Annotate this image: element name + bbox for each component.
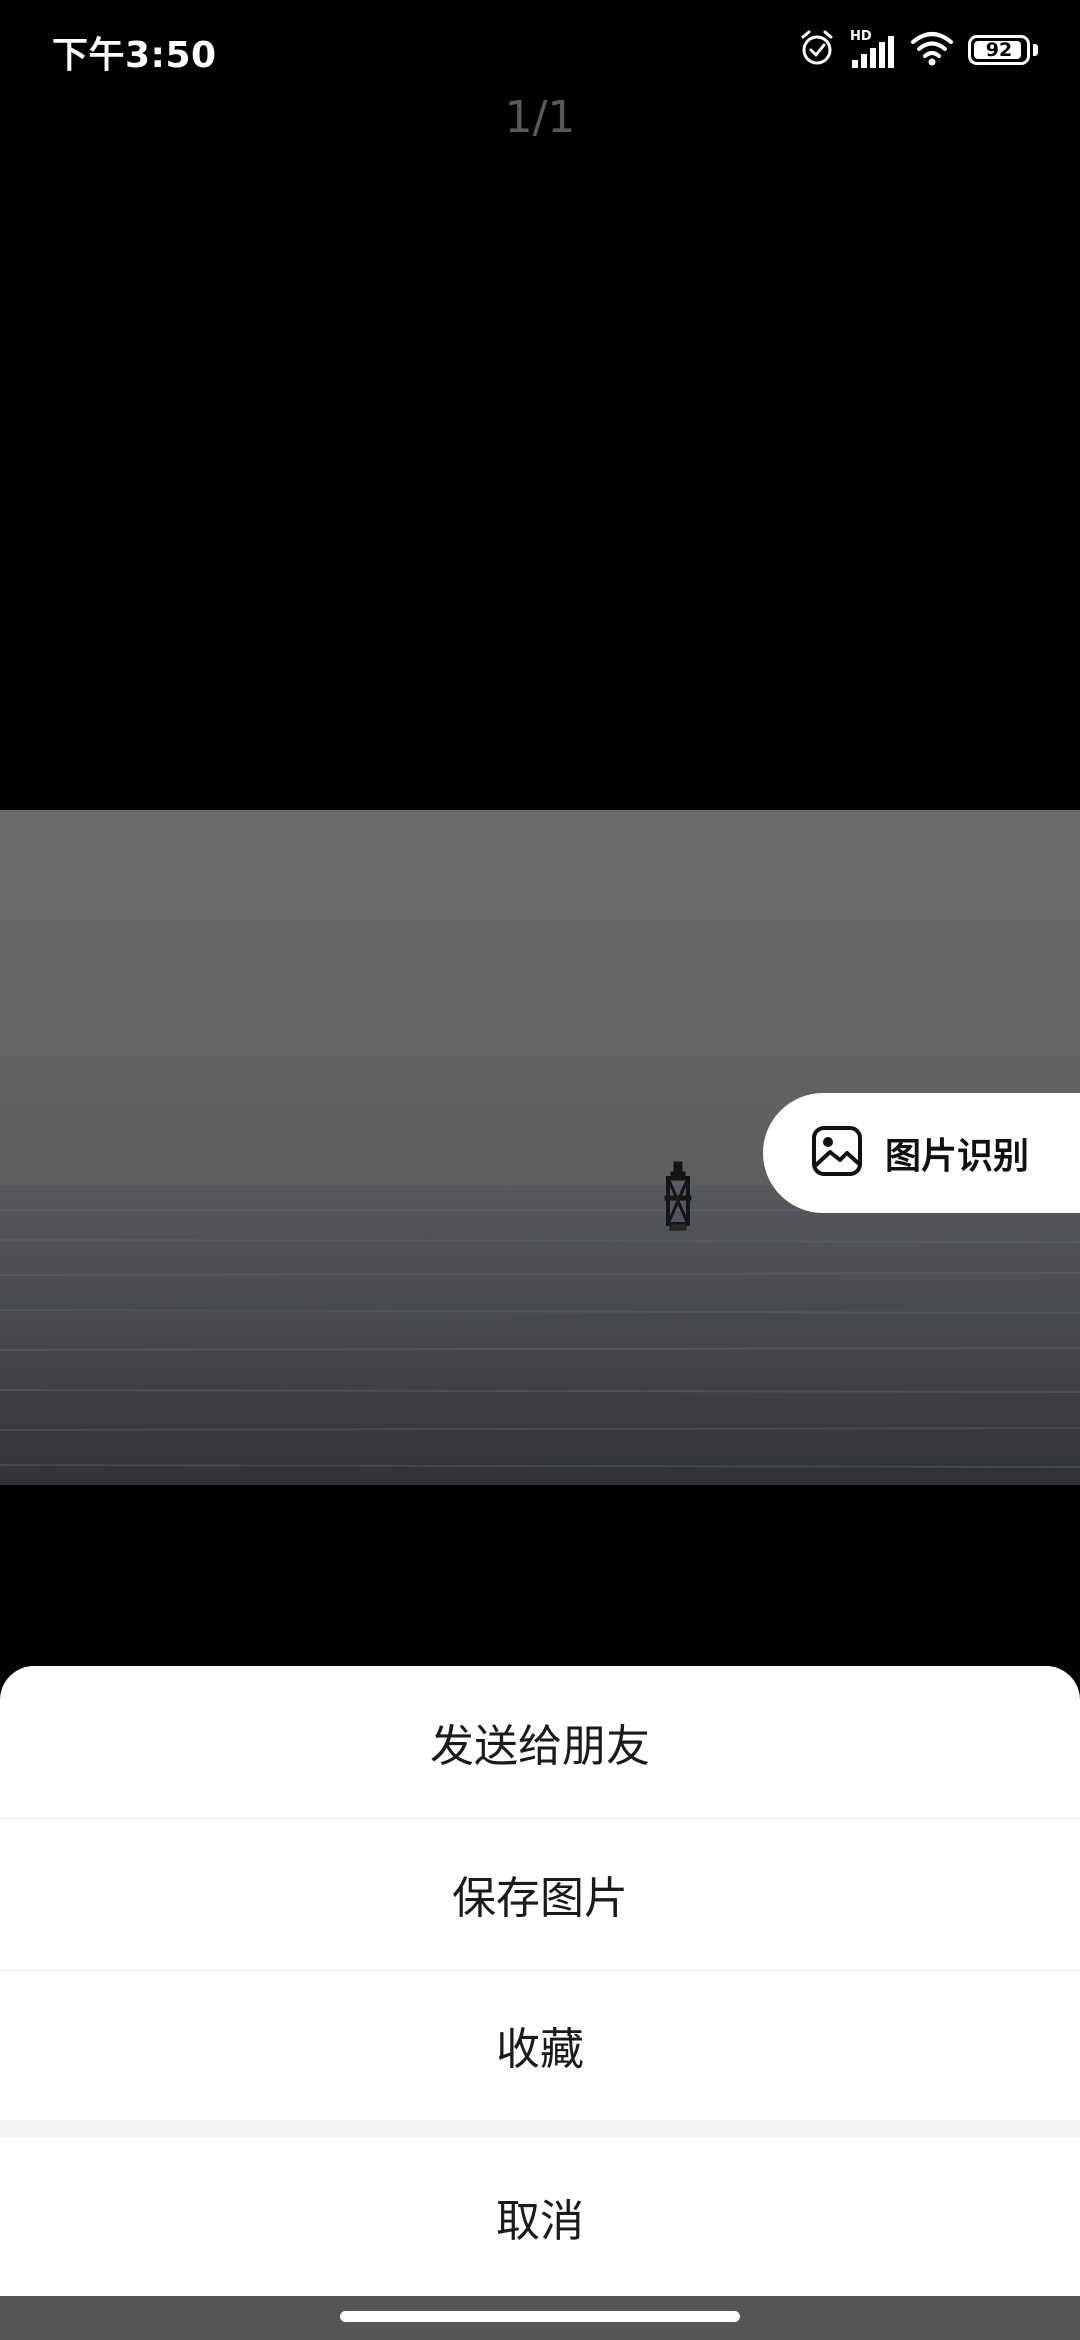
action-sheet: 发送给朋友 保存图片 收藏 取消 xyxy=(0,1666,1080,2340)
image-recognition-label: 图片识别 xyxy=(885,1136,1030,1177)
sheet-separator xyxy=(0,2120,1080,2138)
battery-cap xyxy=(1033,44,1038,56)
home-indicator[interactable] xyxy=(340,2311,740,2322)
image-viewer-screen: 下午3:50 HD 92 1/1 图片识别 发送给朋友 保存图片 收藏 取消 xyxy=(0,0,1080,2340)
cellular-signal-icon: HD xyxy=(850,30,896,70)
status-icons: HD 92 xyxy=(798,22,1038,78)
battery-icon: 92 xyxy=(968,35,1030,65)
wifi-icon xyxy=(910,30,954,70)
image-icon xyxy=(811,1125,863,1181)
favorite-label: 收藏 xyxy=(496,2024,584,2075)
send-to-friend-button[interactable]: 发送给朋友 xyxy=(0,1666,1080,1818)
page-counter: 1/1 xyxy=(504,92,576,143)
alarm-icon xyxy=(798,29,836,71)
cancel-button[interactable]: 取消 xyxy=(0,2138,1080,2296)
send-to-friend-label: 发送给朋友 xyxy=(430,1721,650,1772)
cancel-label: 取消 xyxy=(496,2196,584,2247)
image-recognition-button[interactable]: 图片识别 xyxy=(763,1093,1080,1213)
save-image-button[interactable]: 保存图片 xyxy=(0,1818,1080,1970)
favorite-button[interactable]: 收藏 xyxy=(0,1970,1080,2120)
save-image-label: 保存图片 xyxy=(452,1873,628,1924)
status-time: 下午3:50 xyxy=(52,35,217,76)
battery-level: 92 xyxy=(985,38,1013,61)
status-bar: 下午3:50 HD 92 xyxy=(0,0,1080,100)
